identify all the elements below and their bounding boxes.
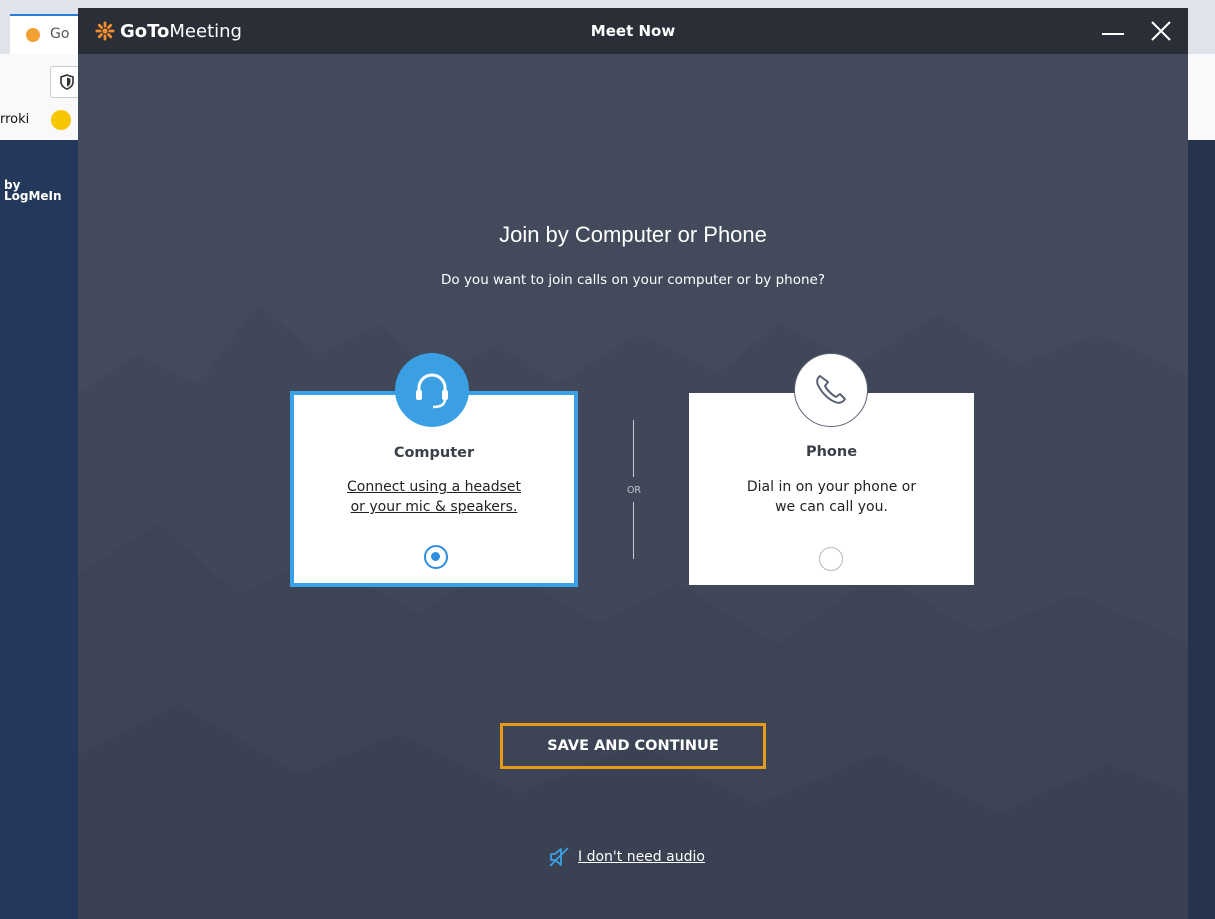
site-favicon-icon xyxy=(26,28,40,42)
computer-radio-button[interactable] xyxy=(424,545,448,569)
bookmark-icon[interactable] xyxy=(51,110,71,130)
app-window: GoTo Meeting Meet Now Join by Computer or… xyxy=(78,8,1188,919)
minimize-icon xyxy=(1102,33,1124,35)
or-divider-bottom xyxy=(633,502,634,559)
phone-option-title: Phone xyxy=(805,444,858,460)
or-divider-top xyxy=(633,420,634,477)
headset-icon xyxy=(395,353,469,427)
bookmark-label[interactable]: rroki xyxy=(0,112,29,127)
title-bar: GoTo Meeting Meet Now xyxy=(78,8,1188,54)
computer-option-desc-line1[interactable]: Connect using a headset xyxy=(294,477,574,497)
close-button[interactable] xyxy=(1144,16,1178,48)
minimize-button[interactable] xyxy=(1096,16,1130,48)
computer-option-title: Computer xyxy=(393,445,475,461)
phone-option-desc-line2: we can call you. xyxy=(775,499,888,515)
no-audio-text[interactable]: I don't need audio xyxy=(578,849,705,865)
phone-option-desc-line1: Dial in on your phone or xyxy=(746,479,917,495)
close-icon xyxy=(1151,21,1171,41)
phone-radio-button[interactable] xyxy=(819,547,843,571)
browser-right-strip xyxy=(1188,140,1215,919)
dialog-subheading: Do you want to join calls on your comput… xyxy=(441,272,825,288)
computer-option-desc-line2[interactable]: or your mic & speakers. xyxy=(294,497,574,517)
save-and-continue-button[interactable]: SAVE AND CONTINUE xyxy=(500,723,766,769)
speaker-muted-icon xyxy=(549,847,569,867)
no-audio-link[interactable]: I don't need audio xyxy=(548,846,705,868)
dialog-heading: Join by Computer or Phone xyxy=(499,222,767,247)
or-label: OR xyxy=(626,485,642,496)
window-title: Meet Now xyxy=(590,22,676,40)
phone-icon xyxy=(794,353,868,427)
browser-tab-label: Go xyxy=(50,26,70,42)
site-logo-line2: LogMeIn xyxy=(4,189,62,203)
site-logo: by LogMeIn xyxy=(4,179,62,203)
